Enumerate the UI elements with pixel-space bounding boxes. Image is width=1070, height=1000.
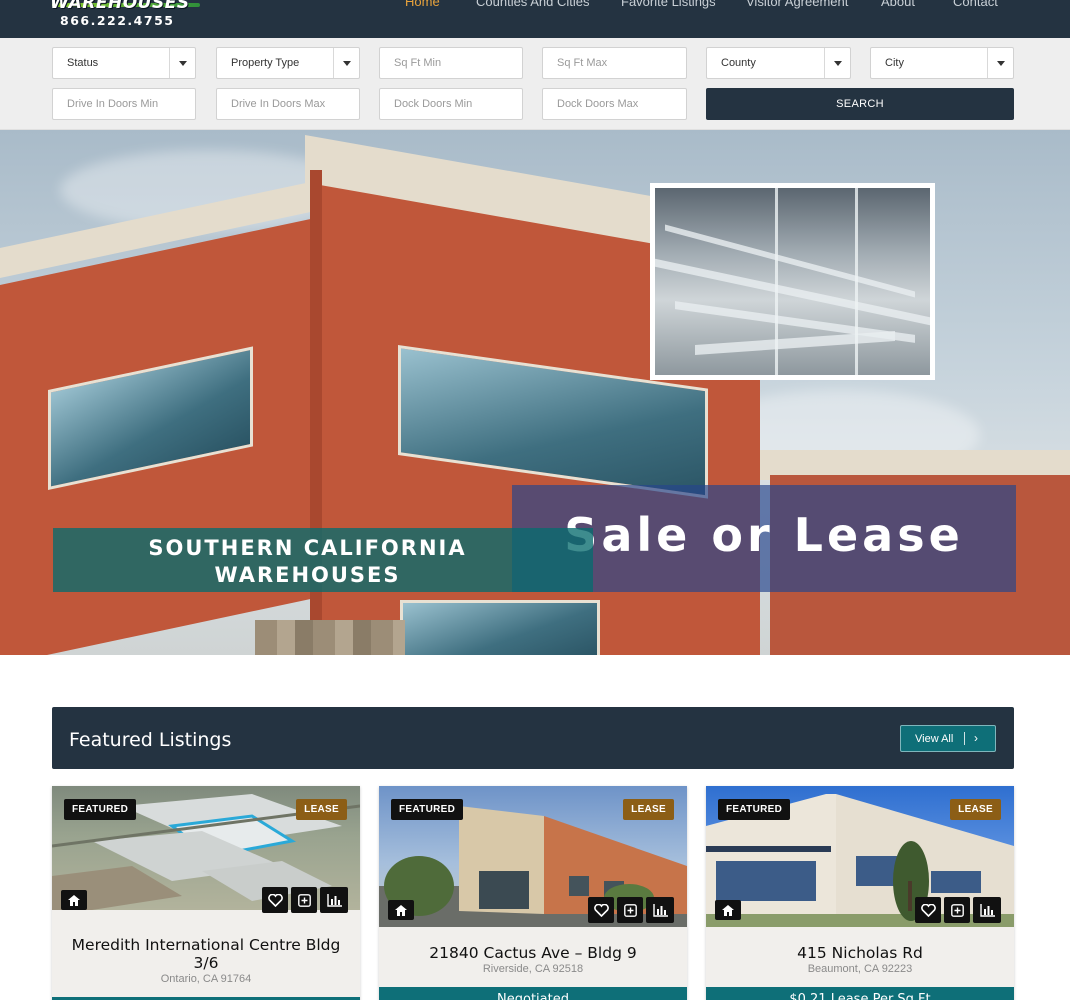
drive-in-doors-max-input[interactable]: Drive In Doors Max: [216, 88, 360, 120]
heart-icon[interactable]: [915, 897, 941, 923]
view-all-label: View All: [915, 732, 954, 745]
home-icon[interactable]: [388, 900, 414, 920]
nav-item-home[interactable]: Home: [405, 0, 440, 9]
heart-icon[interactable]: [588, 897, 614, 923]
view-all-button[interactable]: View All ›: [900, 725, 996, 752]
nav-item-contact[interactable]: Contact: [953, 0, 998, 9]
status-select[interactable]: Status: [52, 47, 196, 79]
nav-item-favorite-listings[interactable]: Favorite Listings: [621, 0, 716, 9]
nav-item-counties-and-cities[interactable]: Counties And Cities: [476, 0, 589, 9]
caret-down-icon: [824, 48, 850, 78]
lease-badge: LEASE: [623, 799, 674, 820]
hero-tagline-line2: WAREHOUSES: [214, 563, 401, 587]
drive-in-doors-min-input[interactable]: Drive In Doors Min: [52, 88, 196, 120]
hero-tagline: SOUTHERN CALIFORNIA WAREHOUSES: [110, 535, 505, 589]
property-search-form: Status Property Type Sq Ft Min Sq Ft Max…: [0, 38, 1070, 130]
listing-address: Riverside, CA 92518: [482, 963, 584, 975]
listing-address: Beaumont, CA 92223: [807, 963, 913, 975]
logo-phone-number[interactable]: 866.222.4755: [60, 13, 174, 28]
listing-card[interactable]: FEATURED LEASE 415 Nicholas Rd Beaumont,…: [706, 786, 1014, 1000]
sqft-max-input[interactable]: Sq Ft Max: [542, 47, 687, 79]
listing-price: $0.21 Lease Per Sq Ft: [706, 987, 1014, 1000]
chevron-right-icon: ›: [974, 731, 978, 745]
county-select-label: County: [721, 57, 756, 69]
caret-down-icon: [169, 48, 195, 78]
bar-chart-icon[interactable]: [646, 897, 674, 923]
plus-square-icon[interactable]: [617, 897, 643, 923]
listing-title[interactable]: 21840 Cactus Ave – Bldg 9: [389, 944, 677, 962]
hero-tagline-line1: SOUTHERN CALIFORNIA: [148, 536, 467, 560]
divider: [964, 732, 965, 745]
county-select[interactable]: County: [706, 47, 851, 79]
listing-title[interactable]: 415 Nicholas Rd: [716, 944, 1004, 962]
dock-doors-min-input[interactable]: Dock Doors Min: [379, 88, 523, 120]
status-select-label: Status: [67, 57, 99, 69]
listing-card[interactable]: FEATURED LEASE Meredith International Ce…: [52, 786, 360, 1000]
property-type-select-label: Property Type: [231, 57, 300, 69]
listing-title[interactable]: Meredith International Centre Bldg 3/6: [62, 936, 350, 972]
featured-badge: FEATURED: [64, 799, 137, 820]
main-nav: Home Counties And Cities Favorite Listin…: [0, 0, 1070, 14]
bar-chart-icon[interactable]: [973, 897, 1001, 923]
plus-square-icon[interactable]: [291, 887, 317, 913]
property-type-select[interactable]: Property Type: [216, 47, 360, 79]
lease-badge: LEASE: [296, 799, 347, 820]
featured-badge: FEATURED: [718, 799, 791, 820]
search-button[interactable]: SEARCH: [706, 88, 1014, 120]
listing-card[interactable]: FEATURED LEASE 21840 Cactus Ave – Bldg 9…: [379, 786, 687, 1000]
sqft-min-input[interactable]: Sq Ft Min: [379, 47, 523, 79]
city-select[interactable]: City: [870, 47, 1014, 79]
plus-square-icon[interactable]: [944, 897, 970, 923]
heart-icon[interactable]: [262, 887, 288, 913]
city-select-label: City: [885, 57, 904, 69]
listing-address: Ontario, CA 91764: [160, 973, 252, 985]
nav-item-visitor-agreement[interactable]: Visitor Agreement: [746, 0, 848, 9]
home-icon[interactable]: [715, 900, 741, 920]
home-icon[interactable]: [61, 890, 87, 910]
listing-price: Negotiated: [379, 987, 687, 1000]
hero-banner: Sale or Lease SOUTHERN CALIFORNIA WAREHO…: [0, 130, 1070, 655]
nav-item-about[interactable]: About: [881, 0, 915, 9]
featured-listings-title: Featured Listings: [69, 729, 232, 751]
dock-doors-max-input[interactable]: Dock Doors Max: [542, 88, 687, 120]
warehouse-interior-photo: [650, 183, 935, 380]
caret-down-icon: [987, 48, 1013, 78]
top-navbar: WAREHOUSES 866.222.4755 Home Counties An…: [0, 0, 1070, 38]
lease-badge: LEASE: [950, 799, 1001, 820]
featured-listings-header: Featured Listings View All ›: [52, 707, 1014, 769]
bar-chart-icon[interactable]: [320, 887, 348, 913]
featured-badge: FEATURED: [391, 799, 464, 820]
caret-down-icon: [333, 48, 359, 78]
